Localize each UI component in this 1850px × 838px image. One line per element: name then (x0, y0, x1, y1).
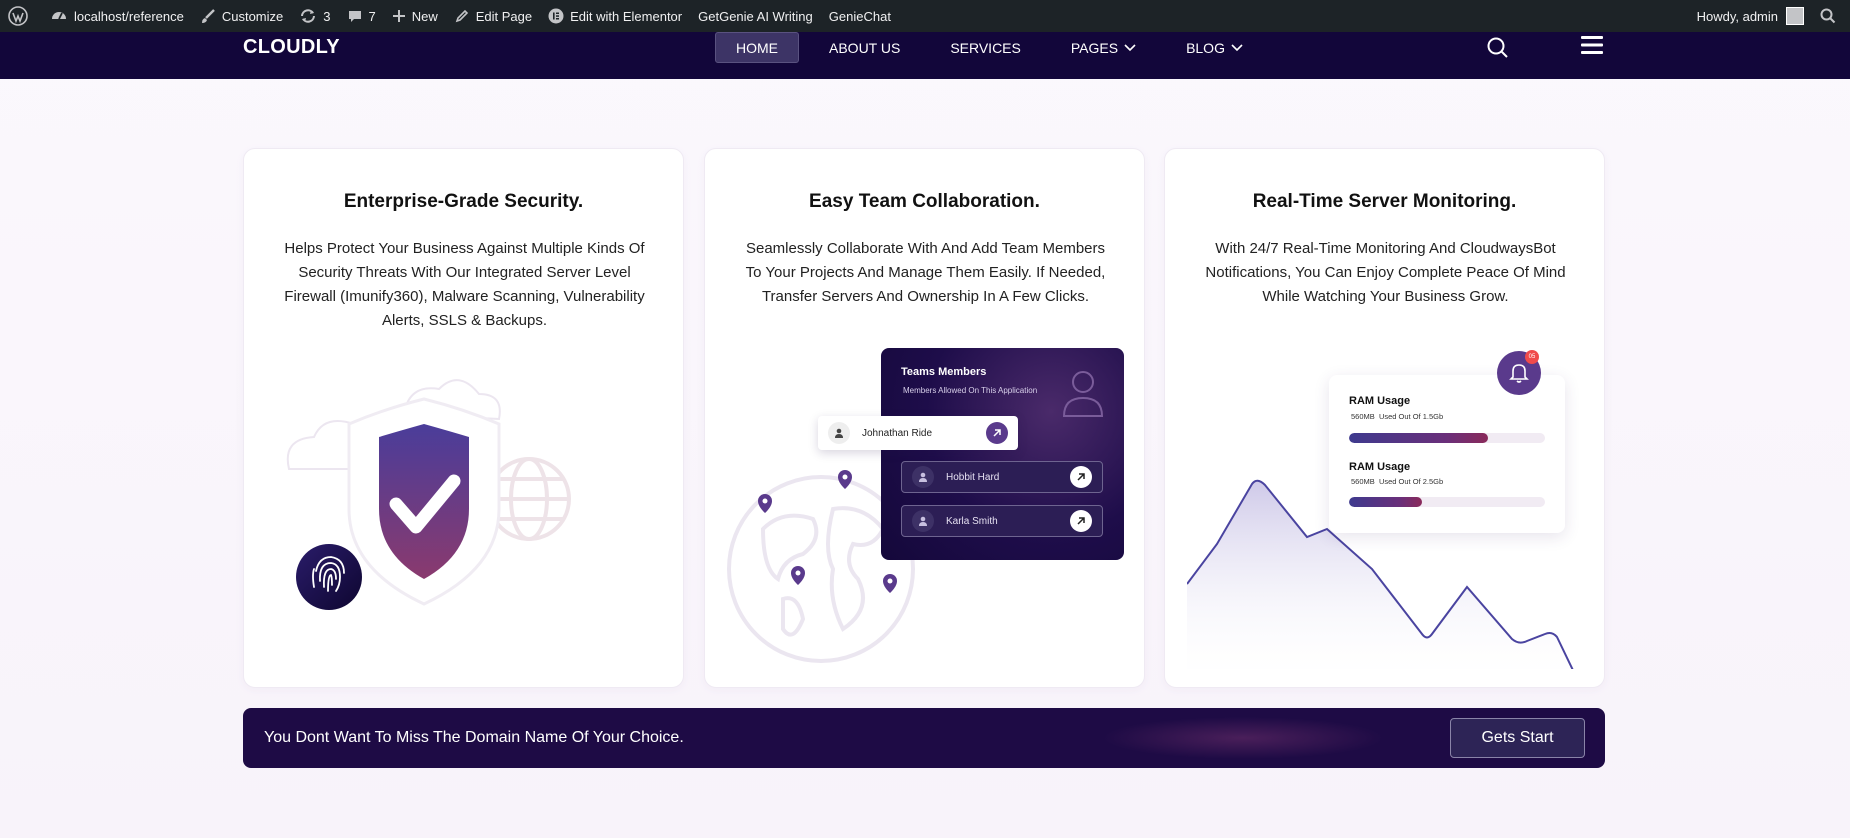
updates-icon (301, 9, 316, 23)
getgenie-label: GetGenie AI Writing (698, 8, 813, 24)
ram-usage-detail: 560MB Used Out Of 2.5Gb (1351, 477, 1443, 486)
ram-progress-fill (1349, 433, 1489, 443)
admin-bar: localhost/reference Customize 3 7 New Ed… (0, 0, 1850, 32)
dashboard-icon (52, 12, 66, 20)
member-name: Karla Smith (946, 515, 998, 527)
nav-pages[interactable]: PAGES (1051, 32, 1156, 63)
bell-icon (1509, 364, 1529, 383)
globe-icon (487, 457, 571, 541)
ram-total-value: Used Out Of 2.5Gb (1378, 477, 1444, 486)
chevron-down-icon (1124, 43, 1136, 51)
team-members-panel: Teams Members Members Allowed On This Ap… (881, 348, 1124, 560)
edit-page-label: Edit Page (475, 8, 533, 24)
ram-total-value: Used Out Of 1.5Gb (1378, 412, 1444, 421)
elementor-icon (548, 8, 564, 24)
ram-usage-detail: 560MB Used Out Of 1.5Gb (1351, 412, 1443, 421)
customize-link[interactable]: Customize (192, 0, 291, 32)
getgenie-link[interactable]: GetGenie AI Writing (690, 0, 821, 32)
nav-services[interactable]: SERVICES (930, 32, 1041, 63)
card-title: Easy Team Collaboration. (809, 191, 1040, 212)
team-panel-title: Teams Members (901, 366, 987, 378)
ram-usage-title: RAM Usage (1349, 395, 1411, 407)
user-icon (912, 510, 934, 532)
pencil-icon (455, 9, 468, 23)
gets-start-button[interactable]: Gets Start (1450, 718, 1585, 758)
ram-progress-fill (1349, 497, 1422, 507)
arrow-up-right-icon[interactable] (1070, 466, 1092, 488)
nav-pages-label: PAGES (1070, 39, 1119, 56)
card-description: Seamlessly Collaborate With And Add Team… (745, 240, 1106, 305)
member-name: Johnathan Ride (862, 427, 933, 439)
nav-blog-label: BLOG (1186, 39, 1225, 56)
arrow-up-right-icon[interactable] (986, 422, 1008, 444)
card-description: With 24/7 Real-Time Monitoring And Cloud… (1205, 240, 1566, 305)
member-row[interactable]: Karla Smith (901, 505, 1103, 537)
comment-icon (348, 11, 361, 22)
member-row-highlighted[interactable]: Johnathan Ride (818, 416, 1018, 450)
domain-cta-banner: You Dont Want To Miss The Domain Name Of… (243, 708, 1605, 768)
search-icon (1820, 8, 1836, 24)
nav-blog[interactable]: BLOG (1166, 32, 1263, 63)
admin-search-button[interactable] (1812, 0, 1850, 32)
ram-usage-panel: RAM Usage 560MB Used Out Of 1.5Gb RAM Us… (1329, 375, 1565, 533)
search-icon (1487, 37, 1508, 58)
main-nav: HOME ABOUT US SERVICES PAGES BLOG (715, 32, 1273, 63)
paintbrush-icon (201, 9, 215, 23)
new-label: New (411, 8, 438, 24)
customize-label: Customize (221, 8, 284, 24)
admin-avatar (1786, 7, 1804, 25)
ram-used-value: 560MB (1351, 477, 1375, 486)
hamburger-menu-button[interactable] (1580, 33, 1604, 62)
feature-card-collaboration: Easy Team Collaboration. Seamlessly Coll… (704, 148, 1145, 688)
ram-progress-bar (1349, 433, 1545, 443)
member-name: Hobbit Hard (946, 471, 1000, 483)
notification-count-badge: 05 (1525, 350, 1539, 364)
arrow-up-right-icon[interactable] (1070, 510, 1092, 532)
chevron-down-icon (1231, 43, 1243, 51)
user-icon (828, 422, 850, 444)
plus-icon (392, 10, 405, 22)
member-row[interactable]: Hobbit Hard (901, 461, 1103, 493)
wordpress-logo-button[interactable] (0, 0, 42, 32)
updates-count: 3 (323, 8, 331, 24)
user-outline-icon (1062, 371, 1104, 417)
ram-used-value: 560MB (1351, 412, 1375, 421)
feature-card-security: Enterprise-Grade Security. Helps Protect… (243, 148, 684, 688)
card-title: Enterprise-Grade Security. (343, 191, 584, 212)
site-logo[interactable]: CLOUDLY (243, 36, 340, 59)
site-name-label: localhost/reference (74, 8, 184, 24)
security-illustration (286, 379, 571, 610)
hamburger-icon (1581, 36, 1603, 54)
user-icon (912, 466, 934, 488)
nav-home[interactable]: HOME (715, 32, 799, 63)
ram-progress-bar (1349, 497, 1545, 507)
comments-count: 7 (368, 8, 376, 24)
team-panel-subtitle: Members Allowed On This Application (903, 386, 1038, 395)
site-name-link[interactable]: localhost/reference (42, 0, 192, 32)
comments-link[interactable]: 7 (339, 0, 384, 32)
elementor-label: Edit with Elementor (570, 8, 683, 24)
header-search-button[interactable] (1486, 36, 1510, 65)
nav-about-us[interactable]: ABOUT US (809, 32, 920, 63)
nav-services-label: SERVICES (950, 39, 1021, 56)
howdy-label: Howdy, admin (1696, 8, 1778, 24)
nav-home-label: HOME (736, 39, 778, 56)
new-content-link[interactable]: New (384, 0, 446, 32)
geniechat-link[interactable]: GenieChat (821, 0, 899, 32)
site-header: CLOUDLY HOME ABOUT US SERVICES PAGES BLO… (0, 32, 1850, 79)
geniechat-label: GenieChat (828, 8, 891, 24)
wordpress-icon (8, 6, 28, 26)
card-title: Real-Time Server Monitoring. (1252, 191, 1517, 212)
edit-page-link[interactable]: Edit Page (446, 0, 540, 32)
ram-usage-title: RAM Usage (1349, 461, 1411, 473)
nav-about-label: ABOUT US (829, 39, 901, 56)
elementor-link[interactable]: Edit with Elementor (540, 0, 690, 32)
updates-link[interactable]: 3 (291, 0, 338, 32)
banner-text: You Dont Want To Miss The Domain Name Of… (264, 729, 684, 746)
account-menu[interactable]: Howdy, admin (1689, 0, 1812, 32)
feature-card-monitoring: Real-Time Server Monitoring. With 24/7 R… (1164, 148, 1605, 688)
card-description: Helps Protect Your Business Against Mult… (284, 240, 645, 329)
